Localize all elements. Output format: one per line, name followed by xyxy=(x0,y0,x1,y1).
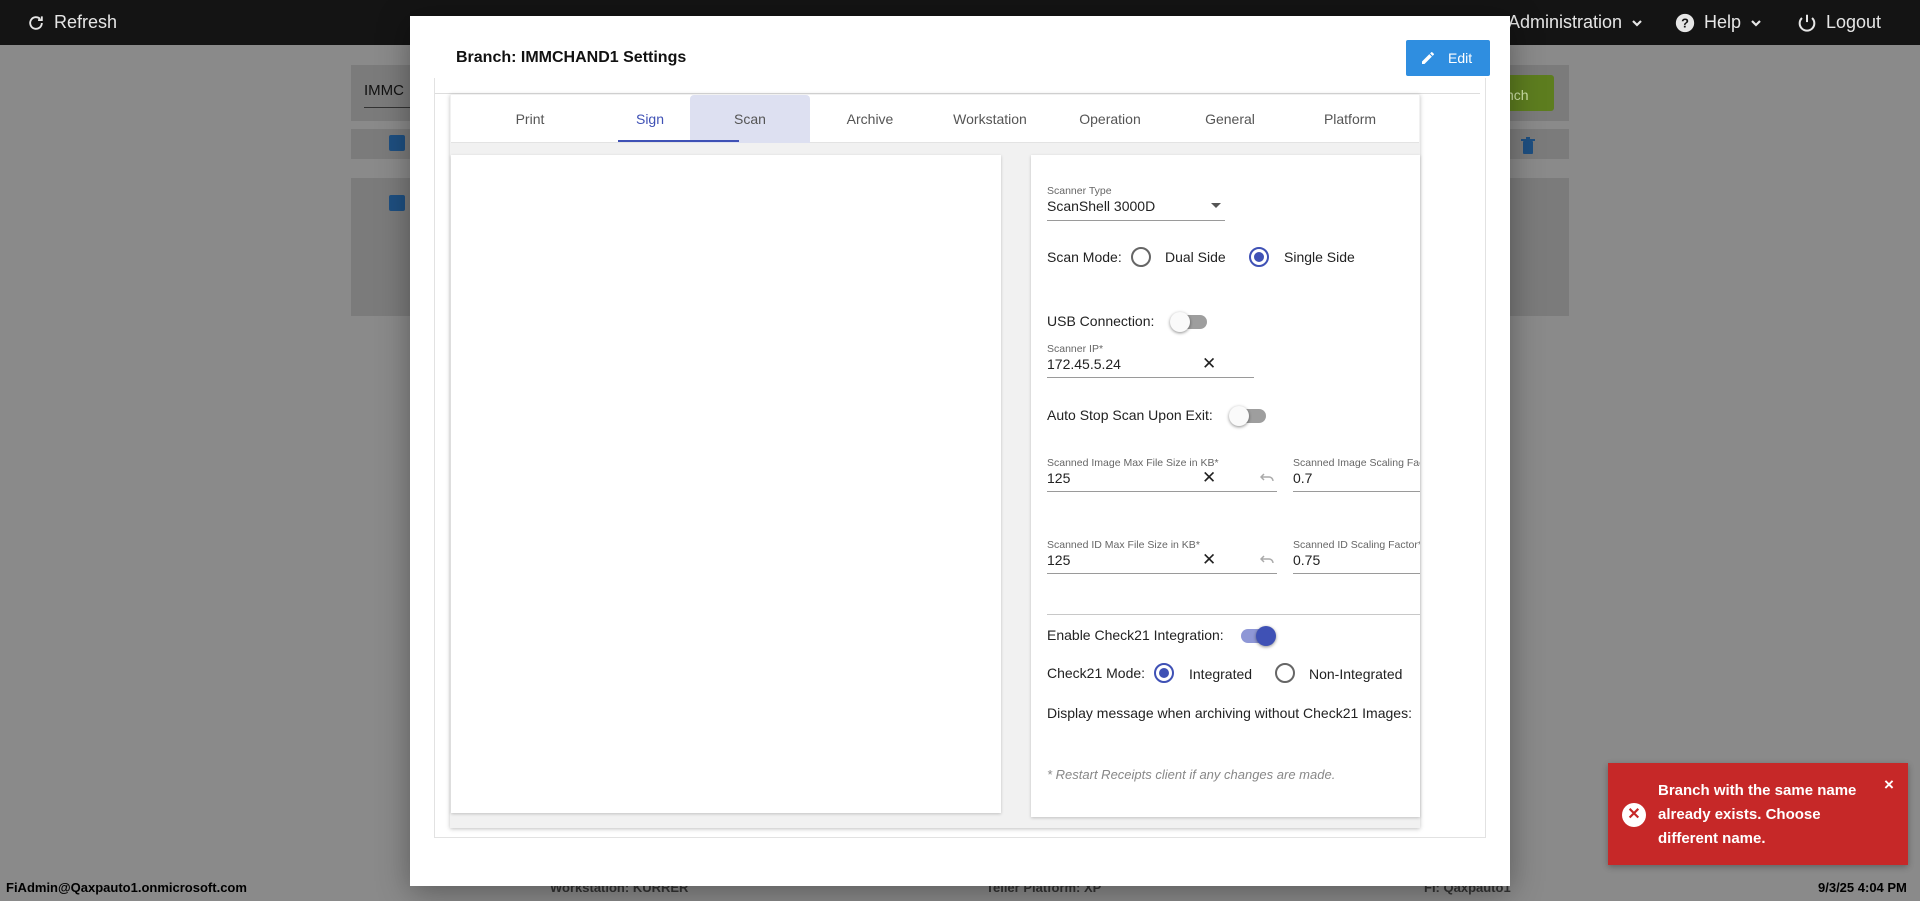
logout-label: Logout xyxy=(1826,12,1882,32)
scanner-type-label: Scanner Type xyxy=(1047,185,1112,197)
help-label: Help xyxy=(1704,12,1742,32)
power-icon xyxy=(1798,14,1816,32)
error-toast: ✕ Branch with the same name already exis… xyxy=(1608,763,1908,865)
chevron-down-icon xyxy=(1632,19,1642,27)
scanner-ip-input[interactable]: 172.45.5.24 xyxy=(1047,356,1121,372)
restart-note: * Restart Receipts client if any changes… xyxy=(1047,767,1336,782)
check21-non-integrated-label[interactable]: Non-Integrated xyxy=(1309,666,1402,682)
image-scaling-input[interactable]: 0.7 xyxy=(1293,470,1312,486)
preview-panel xyxy=(451,155,1001,813)
scan-settings-panel: Scanner Type ScanShell 3000D Scan Mode: … xyxy=(1031,155,1420,817)
scan-mode-single-radio[interactable] xyxy=(1249,247,1269,267)
auto-stop-toggle-thumb[interactable] xyxy=(1229,406,1249,426)
svg-text:?: ? xyxy=(1681,15,1689,30)
settings-tabs: Print Sign Scan Archive Workstation Oper… xyxy=(451,95,1419,143)
undo-icon[interactable] xyxy=(1260,555,1274,565)
scanner-ip-label: Scanner IP* xyxy=(1047,343,1104,355)
help-icon: ? xyxy=(1675,13,1695,32)
usb-connection-toggle-thumb[interactable] xyxy=(1170,312,1190,332)
clear-icon[interactable]: ✕ xyxy=(1202,469,1216,486)
check21-enable-toggle-thumb[interactable] xyxy=(1256,626,1276,646)
clear-icon[interactable]: ✕ xyxy=(1202,551,1216,568)
tab-scan[interactable]: Scan xyxy=(690,95,810,143)
scan-mode-dual-radio[interactable] xyxy=(1131,247,1151,267)
tab-archive[interactable]: Archive xyxy=(810,95,930,143)
image-max-size-underline xyxy=(1047,491,1277,492)
background-select-all-checkbox xyxy=(389,135,405,151)
id-scaling-input[interactable]: 0.75 xyxy=(1293,552,1320,568)
chevron-down-icon xyxy=(1751,19,1761,27)
check21-enable-label: Enable Check21 Integration: xyxy=(1047,627,1224,643)
check21-mode-label: Check21 Mode: xyxy=(1047,665,1146,681)
tab-print[interactable]: Print xyxy=(470,95,590,143)
scanner-type-underline xyxy=(1047,220,1225,221)
check21-integrated-label[interactable]: Integrated xyxy=(1189,666,1252,682)
edit-button[interactable]: Edit xyxy=(1406,40,1490,76)
tab-workstation[interactable]: Workstation xyxy=(930,95,1050,143)
id-scaling-underline xyxy=(1293,573,1420,574)
image-max-size-input[interactable]: 125 xyxy=(1047,470,1070,486)
id-max-size-input[interactable]: 125 xyxy=(1047,552,1070,568)
pencil-icon xyxy=(1422,51,1434,64)
auto-stop-label: Auto Stop Scan Upon Exit: xyxy=(1047,407,1213,423)
scan-mode-label: Scan Mode: xyxy=(1047,249,1122,265)
id-scaling-label: Scanned ID Scaling Factor* xyxy=(1293,539,1420,551)
active-tab-indicator xyxy=(618,140,739,142)
image-scaling-label: Scanned Image Scaling Fac xyxy=(1293,457,1420,469)
tab-operation[interactable]: Operation xyxy=(1050,95,1170,143)
image-max-size-label: Scanned Image Max File Size in KB* xyxy=(1047,457,1219,469)
image-scaling-underline xyxy=(1293,491,1420,492)
status-datetime: 9/3/25 4:04 PM xyxy=(1818,880,1907,895)
check21-integrated-radio[interactable] xyxy=(1154,663,1174,683)
check21-non-integrated-radio[interactable] xyxy=(1275,663,1295,683)
refresh-button[interactable]: Refresh xyxy=(26,0,117,45)
status-user: FiAdmin@Qaxpauto1.onmicrosoft.com xyxy=(6,880,247,895)
edit-label: Edit xyxy=(1448,50,1473,66)
undo-icon[interactable] xyxy=(1260,473,1274,483)
dialog-title: Branch: IMMCHAND1 Settings xyxy=(456,49,687,66)
logout-button[interactable]: Logout xyxy=(1796,0,1881,45)
background-trash-icon xyxy=(1521,137,1535,154)
tab-general[interactable]: General xyxy=(1170,95,1290,143)
tab-platform[interactable]: Platform xyxy=(1290,95,1410,143)
refresh-icon xyxy=(29,15,43,30)
error-icon: ✕ xyxy=(1622,803,1646,827)
id-max-size-label: Scanned ID Max File Size in KB* xyxy=(1047,539,1200,551)
scanner-ip-underline xyxy=(1047,377,1254,378)
close-icon[interactable]: × xyxy=(1884,775,1894,795)
toast-message: Branch with the same name already exists… xyxy=(1658,782,1857,847)
background-row-checkbox xyxy=(389,195,405,211)
id-max-size-underline xyxy=(1047,573,1277,574)
usb-connection-label: USB Connection: xyxy=(1047,313,1155,329)
administration-menu[interactable]: Administration xyxy=(1508,0,1644,45)
refresh-label: Refresh xyxy=(54,12,118,32)
help-menu[interactable]: ? Help xyxy=(1674,0,1763,45)
dropdown-arrow-icon[interactable] xyxy=(1210,202,1222,210)
scan-mode-dual-label[interactable]: Dual Side xyxy=(1165,249,1226,265)
display-message-label: Display message when archiving without C… xyxy=(1047,705,1412,721)
administration-label: Administration xyxy=(1508,12,1623,32)
scan-mode-single-label[interactable]: Single Side xyxy=(1284,249,1355,265)
clear-icon[interactable]: ✕ xyxy=(1202,355,1216,372)
scanner-type-select[interactable]: ScanShell 3000D xyxy=(1047,198,1155,214)
section-divider xyxy=(1047,614,1420,615)
